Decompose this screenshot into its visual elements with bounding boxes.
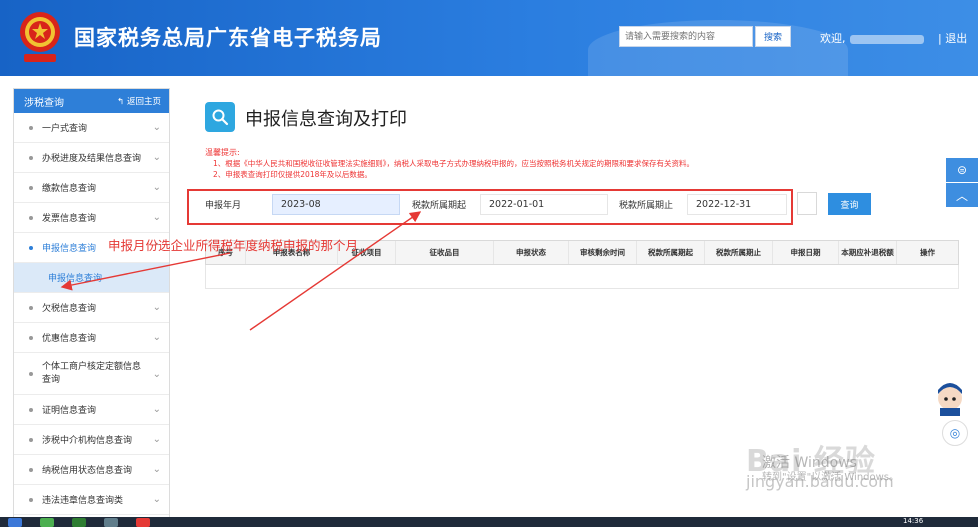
sidebar-item-preferential-query[interactable]: 优惠信息查询 ⌄ [14, 323, 169, 353]
bullet-icon [29, 437, 33, 442]
sidebar-item-payment-query[interactable]: 缴款信息查询 ⌄ [14, 173, 169, 203]
chevron-down-icon: ⌄ [152, 493, 161, 505]
column-header: 申报日期 [773, 241, 839, 264]
bullet-icon [29, 125, 33, 130]
sidebar-item-label: 涉税中介机构信息查询 [42, 436, 133, 446]
site-header: 国家税务总局广东省电子税务局 搜索 欢迎, | 退出 [0, 0, 978, 76]
bullet-icon [29, 305, 33, 310]
bullet-icon [29, 407, 33, 412]
username-blurred [849, 34, 924, 44]
logout-link[interactable]: | 退出 [938, 30, 967, 46]
column-header: 审核剩余时间 [569, 241, 637, 264]
sidebar-item-label: 违法违章信息查询类 [42, 496, 124, 506]
start-icon[interactable] [8, 518, 22, 527]
bullet-icon [29, 215, 33, 220]
column-header: 征收品目 [396, 241, 494, 264]
sidebar-item-label: 申报信息查询 [42, 244, 97, 254]
tip-line-2: 2、申报表查询打印仅提供2018年及以后数据。 [213, 170, 372, 179]
assistant-mascot-icon[interactable] [928, 382, 966, 416]
chat-icon[interactable]: ⊜ [946, 158, 978, 183]
sidebar-item-label: 办税进度及结果信息查询 [42, 154, 142, 164]
chevron-down-icon: ⌄ [152, 301, 161, 313]
column-header: 操作 [920, 248, 935, 257]
bullet-icon [29, 155, 33, 160]
welcome-text: 欢迎, [820, 30, 924, 46]
sidebar-item-label: 个体工商户核定定额信息查询 [42, 361, 142, 385]
tip-line-1: 1、根据《中华人民共和国税收征收管理法实施细则》，纳税人采取电子方式办理纳税申报… [213, 159, 695, 168]
sidebar-item-label: 一户式查询 [42, 124, 88, 134]
column-header: 申报状态 [494, 241, 569, 264]
sidebar-item-certificate-query[interactable]: 证明信息查询 ⌄ [14, 395, 169, 425]
search-icon [205, 102, 235, 132]
sidebar: 涉税查询 ↰ 返回主页 一户式查询 ⌄ 办税进度及结果信息查询 ⌄ 缴款信息查询 ⌄ … [13, 88, 170, 518]
sidebar-header: 涉税查询 ↰ 返回主页 [14, 89, 169, 113]
column-header: 税款所属期止 [705, 241, 773, 264]
back-to-top-icon[interactable]: ︿ [946, 183, 978, 208]
tip-title: 温馨提示: [205, 148, 240, 157]
sidebar-item-credit-query[interactable]: 纳税信用状态信息查询 ⌄ [14, 455, 169, 485]
sidebar-item-arrears-query[interactable]: 欠税信息查询 ⌄ [14, 293, 169, 323]
end-date-label: 税款所属期止 [619, 201, 674, 211]
query-button[interactable]: 查询 [828, 193, 871, 215]
sidebar-heading: 涉税查询 [24, 97, 64, 109]
bullet-icon [29, 185, 33, 190]
period-label: 申报年月 [205, 201, 242, 211]
chevron-down-icon: ⌄ [152, 211, 161, 223]
sidebar-item-violation-query[interactable]: 违法违章信息查询类 ⌄ [14, 485, 169, 515]
page-title: 申报信息查询及打印 [245, 109, 407, 130]
home-link-label: 返回主页 [126, 97, 161, 107]
welcome-label: 欢迎, [820, 32, 846, 45]
national-emblem-icon [20, 12, 60, 62]
sidebar-item-label: 缴款信息查询 [42, 184, 97, 194]
back-arrow-icon: ↰ [117, 97, 127, 107]
site-title: 国家税务总局广东省电子税务局 [74, 26, 382, 50]
sidebar-item-label: 欠税信息查询 [42, 304, 97, 314]
taskbar [0, 517, 978, 527]
sidebar-item-label: 证明信息查询 [42, 406, 97, 416]
sidebar-item-label: 发票信息查询 [42, 214, 97, 224]
chevron-down-icon: ⌄ [152, 151, 161, 163]
bullet-icon [29, 335, 33, 340]
search-button[interactable]: 搜索 [755, 26, 791, 47]
app-icon[interactable] [104, 518, 118, 527]
baidu-watermark-url: jingyan.baidu.com [746, 472, 894, 491]
home-link[interactable]: ↰ 返回主页 [117, 95, 161, 107]
sidebar-item-invoice-query[interactable]: 发票信息查询 ⌄ [14, 203, 169, 233]
bullet-icon [29, 371, 33, 376]
bullet-icon [29, 467, 33, 472]
robot-assistant-icon[interactable]: ◎ [942, 420, 968, 446]
column-header: 本期应补退税额 [839, 241, 897, 264]
sidebar-item-account-query[interactable]: 一户式查询 ⌄ [14, 113, 169, 143]
app-icon[interactable] [72, 518, 86, 527]
sidebar-item-agency-query[interactable]: 涉税中介机构信息查询 ⌄ [14, 425, 169, 455]
annotation-text: 申报月份选企业所得税年度纳税申报的那个月 [108, 238, 359, 253]
sidebar-subitem-declaration-query[interactable]: 申报信息查询 [14, 263, 169, 293]
search-input[interactable] [619, 26, 753, 47]
chevron-down-icon: ⌄ [152, 368, 161, 380]
sidebar-item-label: 优惠信息查询 [42, 334, 97, 344]
sidebar-item-progress-query[interactable]: 办税进度及结果信息查询 ⌄ [14, 143, 169, 173]
chevron-down-icon: ⌄ [152, 331, 161, 343]
chevron-down-icon: ⌄ [152, 181, 161, 193]
end-date-field[interactable]: 2022-12-31 [687, 194, 787, 215]
bullet-icon [29, 245, 33, 250]
taskbar-clock: 14:36 [903, 517, 924, 525]
bullet-icon [29, 497, 33, 502]
chevron-down-icon: ⌄ [152, 121, 161, 133]
start-date-label: 税款所属期起 [412, 201, 467, 211]
declaration-table-body [205, 265, 959, 289]
floating-toolbar: ⊜ ︿ [946, 158, 978, 208]
chevron-down-icon: ⌄ [152, 403, 161, 415]
sidebar-item-quota-query[interactable]: 个体工商户核定定额信息查询 ⌄ [14, 353, 169, 395]
chevron-down-icon: ⌄ [152, 433, 161, 445]
column-header: 税款所属期起 [637, 241, 705, 264]
browser-icon[interactable] [40, 518, 54, 527]
app-icon[interactable] [136, 518, 150, 527]
extra-input-field[interactable] [797, 192, 817, 215]
period-field[interactable]: 2023-08 [272, 194, 400, 215]
start-date-field[interactable]: 2022-01-01 [480, 194, 608, 215]
sidebar-item-label: 纳税信用状态信息查询 [42, 466, 133, 476]
chevron-down-icon: ⌄ [152, 463, 161, 475]
